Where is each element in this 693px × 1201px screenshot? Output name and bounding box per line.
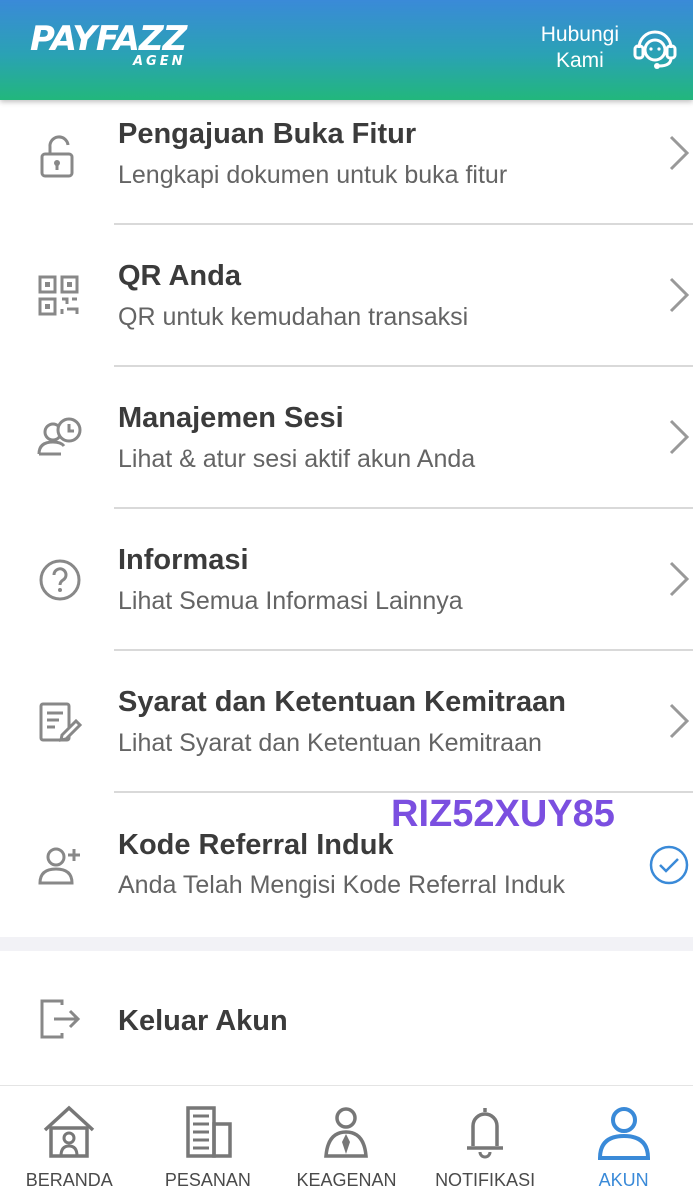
menu-item-subtitle: Lihat Semua Informasi Lainnya xyxy=(118,587,463,615)
menu-item-title: Manajemen Sesi xyxy=(118,402,344,434)
chevron-right-icon xyxy=(669,703,690,739)
nav-label: PESANAN xyxy=(164,1170,251,1190)
menu-item-informasi[interactable]: Informasi Lihat Semua Informasi Lainnya xyxy=(0,509,693,651)
menu-item-subtitle: Lihat & atur sesi aktif akun Anda xyxy=(118,445,476,473)
document-edit-icon xyxy=(39,702,83,742)
menu-item-subtitle: QR untuk kemudahan transaksi xyxy=(118,303,469,331)
logo-sub-text: AGEN xyxy=(133,54,186,69)
nav-akun[interactable]: AKUN xyxy=(554,1086,693,1201)
logo-main-text: PAYFAZZ xyxy=(30,19,187,59)
nav-label: NOTIFIKASI xyxy=(435,1170,536,1190)
contact-us-label: Hubungi Kami xyxy=(541,22,619,74)
account-icon xyxy=(597,1107,650,1160)
contact-line-2: Kami xyxy=(555,49,604,72)
agent-icon xyxy=(324,1107,369,1158)
referral-code-text: RIZ52XUY85 xyxy=(391,793,615,835)
question-circle-icon xyxy=(39,559,81,601)
chevron-right-icon xyxy=(669,277,690,313)
menu-item-subtitle: Lengkapi dokumen untuk buka fitur xyxy=(118,161,508,189)
bottom-navigation: BERANDA PESANAN KEAGENAN NOTIFIKASI AKUN xyxy=(0,1085,693,1201)
contact-us-button[interactable]: Hubungi Kami xyxy=(541,18,679,78)
menu-item-title: Pengajuan Buka Fitur xyxy=(118,118,417,150)
check-circle-icon xyxy=(649,845,689,885)
menu-item-subtitle: Lihat Syarat dan Ketentuan Kemitraan xyxy=(118,729,542,757)
chevron-right-icon xyxy=(669,561,690,597)
menu-item-title: QR Anda xyxy=(118,260,241,292)
logout-label: Keluar Akun xyxy=(118,1005,288,1037)
nav-label: AKUN xyxy=(598,1170,649,1190)
home-icon xyxy=(44,1105,95,1158)
nav-keagenan[interactable]: KEAGENAN xyxy=(277,1086,416,1201)
menu-item-title: Syarat dan Ketentuan Kemitraan xyxy=(118,686,567,718)
user-clock-icon xyxy=(37,417,82,456)
nav-beranda[interactable]: BERANDA xyxy=(0,1086,139,1201)
payfazz-logo: PAYFAZZ AGEN xyxy=(30,19,187,69)
nav-pesanan[interactable]: PESANAN xyxy=(139,1086,278,1201)
logout-button[interactable]: Keluar Akun xyxy=(0,951,693,1085)
section-separator xyxy=(0,937,693,951)
menu-item-manajemen-sesi[interactable]: Manajemen Sesi Lihat & atur sesi aktif a… xyxy=(0,367,693,509)
menu-item-subtitle: Anda Telah Mengisi Kode Referral Induk xyxy=(118,871,566,899)
nav-notifikasi[interactable]: NOTIFIKASI xyxy=(416,1086,555,1201)
unlock-icon xyxy=(40,135,74,178)
menu-item-syarat-ketentuan[interactable]: Syarat dan Ketentuan Kemitraan Lihat Sya… xyxy=(0,651,693,793)
bell-icon xyxy=(467,1108,504,1159)
menu-item-qr-anda[interactable]: QR Anda QR untuk kemudahan transaksi xyxy=(0,225,693,367)
menu-item-title: Informasi xyxy=(118,544,249,576)
app-header: PAYFAZZ AGEN Hubungi Kami xyxy=(0,0,693,100)
chevron-right-icon xyxy=(669,135,690,171)
nav-label: KEAGENAN xyxy=(296,1170,397,1190)
orders-icon xyxy=(186,1106,232,1158)
menu-item-pengajuan-buka-fitur[interactable]: Pengajuan Buka Fitur Lengkapi dokumen un… xyxy=(0,100,693,225)
chevron-right-icon xyxy=(669,419,690,455)
qr-code-icon xyxy=(38,275,79,316)
headset-support-icon xyxy=(633,30,677,69)
logout-icon xyxy=(40,999,81,1039)
contact-line-1: Hubungi xyxy=(540,23,619,46)
nav-label: BERANDA xyxy=(25,1170,113,1190)
menu-item-title: Kode Referral Induk xyxy=(118,829,394,861)
add-user-icon xyxy=(38,847,80,885)
